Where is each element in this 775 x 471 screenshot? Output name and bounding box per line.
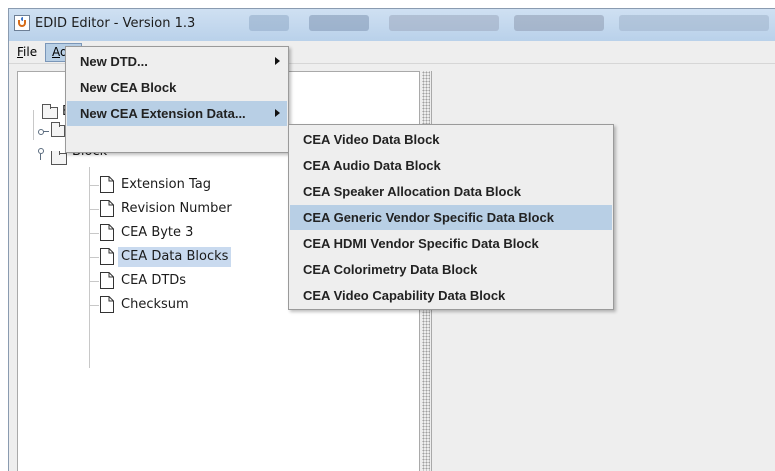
- file-icon: [100, 200, 114, 217]
- folder-icon: [51, 122, 65, 137]
- file-icon: [100, 296, 114, 313]
- blurred-taskbar-area: [249, 15, 289, 31]
- menu-item-label: CEA Video Data Block: [303, 132, 440, 147]
- menu-item-new-cea-block[interactable]: New CEA Block: [67, 75, 287, 100]
- expand-handle-icon[interactable]: [38, 148, 44, 154]
- menu-item-label: CEA Audio Data Block: [303, 158, 441, 173]
- tree-node-label: Extension Tag: [121, 177, 211, 192]
- menu-item-label: New DTD...: [80, 54, 148, 69]
- tree-node-label: CEA Data Blocks: [118, 247, 232, 267]
- tree-node-cea-dtds[interactable]: CEA DTDs: [100, 271, 300, 291]
- menu-file-label: ile: [23, 45, 38, 59]
- blurred-taskbar-area: [619, 15, 769, 31]
- menu-item-label: CEA HDMI Vendor Specific Data Block: [303, 236, 539, 251]
- submenu-item-audio-data-block[interactable]: CEA Audio Data Block: [290, 153, 612, 178]
- file-icon: [100, 176, 114, 193]
- menu-item-label: New CEA Extension Data...: [80, 106, 246, 121]
- submenu-item-video-data-block[interactable]: CEA Video Data Block: [290, 127, 612, 152]
- file-icon: [100, 248, 114, 265]
- menu-item-label: CEA Speaker Allocation Data Block: [303, 184, 521, 199]
- java-app-icon: [14, 15, 30, 31]
- menu-item-label: CEA Video Capability Data Block: [303, 288, 506, 303]
- tree-node-label: CEA DTDs: [121, 273, 187, 288]
- title-bar[interactable]: EDID Editor - Version 1.3: [9, 9, 775, 41]
- blurred-taskbar-area: [389, 15, 499, 31]
- submenu-item-speaker-allocation[interactable]: CEA Speaker Allocation Data Block: [290, 179, 612, 204]
- tree-node-checksum[interactable]: Checksum: [100, 295, 300, 315]
- cea-extension-submenu: CEA Video Data Block CEA Audio Data Bloc…: [288, 124, 614, 310]
- add-menu-popup: New DTD... New CEA Block New CEA Extensi…: [65, 46, 289, 153]
- blurred-taskbar-area: [309, 15, 369, 31]
- submenu-arrow-icon: [275, 57, 280, 65]
- folder-icon: [42, 104, 58, 119]
- submenu-item-colorimetry[interactable]: CEA Colorimetry Data Block: [290, 257, 612, 282]
- tree-node-cea-byte-3[interactable]: CEA Byte 3: [100, 223, 300, 243]
- tree-node-label: Checksum: [121, 297, 189, 312]
- submenu-item-video-capability[interactable]: CEA Video Capability Data Block: [290, 283, 612, 308]
- window-title: EDID Editor - Version 1.3: [35, 16, 196, 31]
- menu-file[interactable]: File: [11, 43, 43, 62]
- collapse-handle-icon[interactable]: [38, 129, 44, 135]
- tree-node-label: Revision Number: [121, 201, 232, 216]
- menu-add-mnemonic: A: [52, 45, 60, 59]
- folder-icon: [51, 151, 67, 165]
- blurred-taskbar-area: [514, 15, 604, 31]
- submenu-item-generic-vendor-specific[interactable]: CEA Generic Vendor Specific Data Block: [290, 205, 612, 230]
- tree-node-block1[interactable]: Block #1: [51, 151, 111, 165]
- menu-item-new-dtd[interactable]: New DTD...: [67, 49, 287, 74]
- submenu-arrow-icon: [275, 109, 280, 117]
- tree-node-extension-tag[interactable]: Extension Tag: [100, 175, 300, 195]
- menu-item-label: CEA Colorimetry Data Block: [303, 262, 478, 277]
- menu-item-label: CEA Generic Vendor Specific Data Block: [303, 210, 554, 225]
- file-icon: [100, 224, 114, 241]
- file-icon: [100, 272, 114, 289]
- tree-node-cea-data-blocks[interactable]: CEA Data Blocks: [100, 247, 300, 267]
- tree-node-label: CEA Byte 3: [121, 225, 194, 240]
- menu-item-label: New CEA Block: [80, 80, 177, 95]
- submenu-item-hdmi-vendor-specific[interactable]: CEA HDMI Vendor Specific Data Block: [290, 231, 612, 256]
- menu-item-new-cea-extension-data[interactable]: New CEA Extension Data...: [67, 101, 287, 126]
- tree-node-revision-number[interactable]: Revision Number: [100, 199, 300, 219]
